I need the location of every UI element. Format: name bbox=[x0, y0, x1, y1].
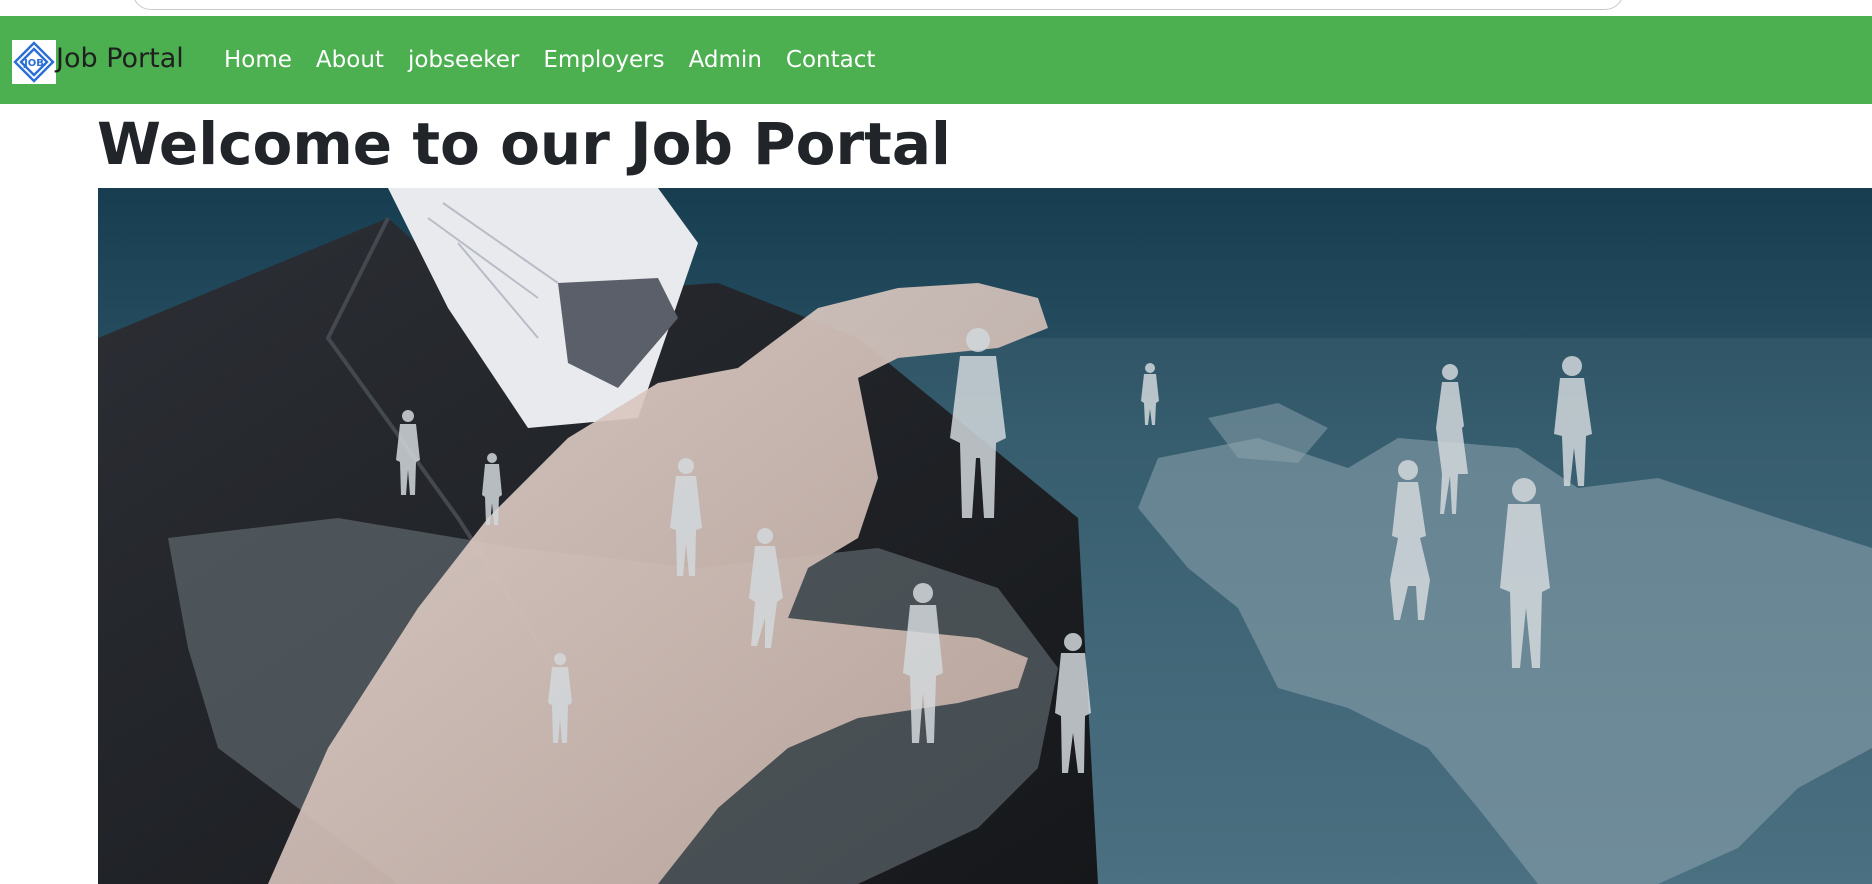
nav-link-home[interactable]: Home bbox=[212, 45, 304, 75]
nav-links: Home About jobseeker Employers Admin Con… bbox=[212, 45, 887, 75]
nav-link-admin[interactable]: Admin bbox=[677, 45, 774, 75]
brand-logo-icon[interactable]: JOB bbox=[12, 40, 56, 84]
nav-link-contact[interactable]: Contact bbox=[774, 45, 887, 75]
hero-image bbox=[98, 188, 1872, 884]
nav-link-jobseeker[interactable]: jobseeker bbox=[396, 45, 531, 75]
address-bar-edge[interactable] bbox=[132, 0, 1624, 10]
brand-name[interactable]: Job Portal bbox=[56, 42, 184, 76]
svg-text:JOB: JOB bbox=[23, 58, 44, 69]
nav-link-about[interactable]: About bbox=[304, 45, 396, 75]
nav-link-employers[interactable]: Employers bbox=[531, 45, 676, 75]
browser-chrome-strip bbox=[0, 0, 1872, 16]
page-title: Welcome to our Job Portal bbox=[97, 110, 951, 178]
top-navbar: JOB Job Portal Home About jobseeker Empl… bbox=[0, 16, 1872, 104]
